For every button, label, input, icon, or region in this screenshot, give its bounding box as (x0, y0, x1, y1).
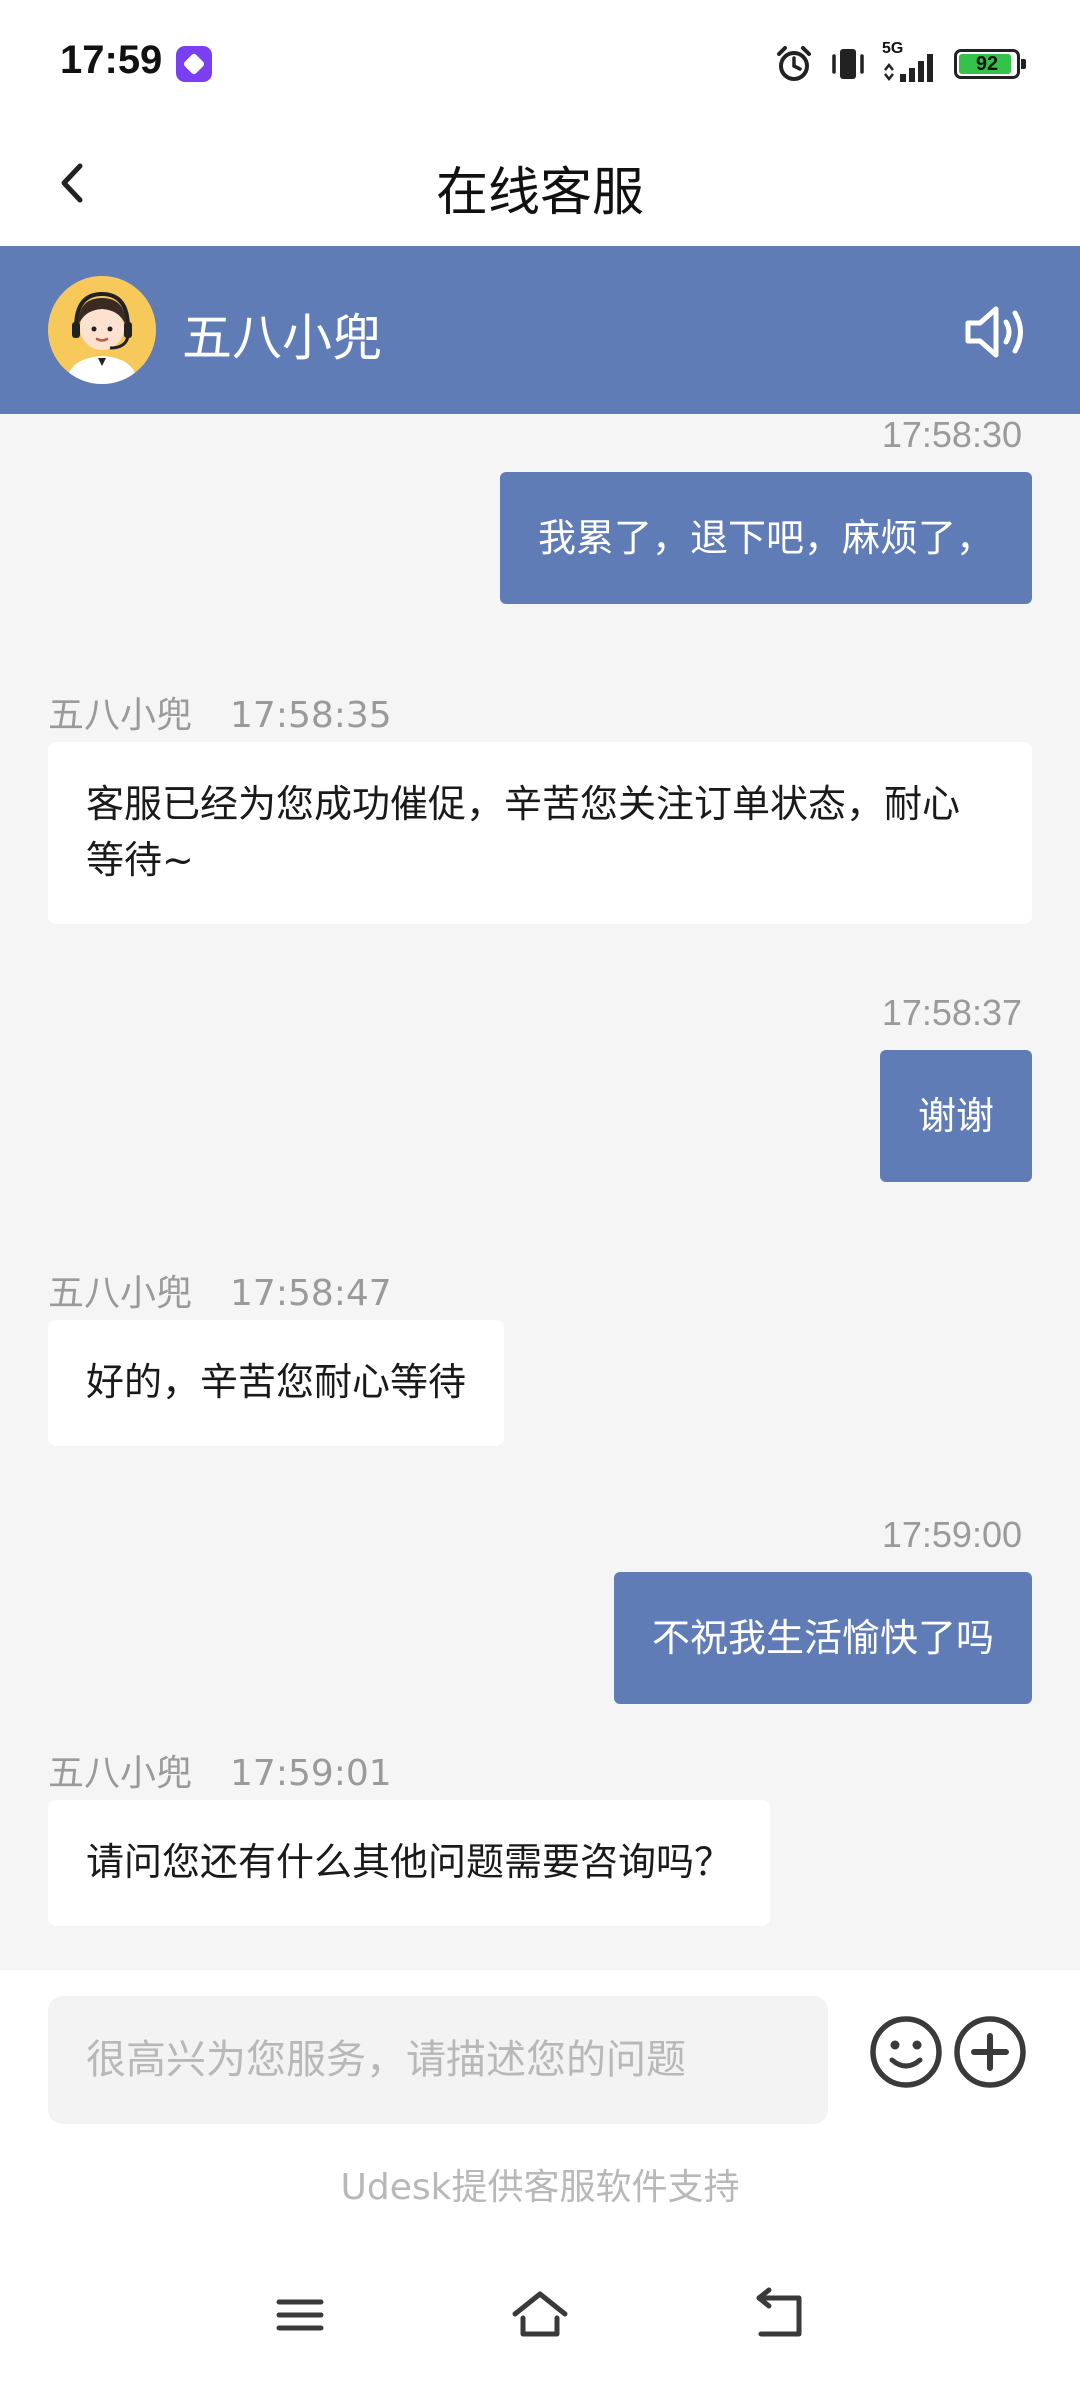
incoming-message-bubble[interactable]: 客服已经为您成功催促，辛苦您关注订单状态，耐心等待~ (48, 742, 1032, 924)
sender-name: 五八小兜 (48, 1273, 193, 1314)
outgoing-message-bubble[interactable]: 不祝我生活愉快了吗 (613, 1572, 1032, 1704)
home-button[interactable] (505, 2280, 575, 2350)
status-bar: 17:59 5G 92 (0, 0, 1080, 120)
powered-by-text: Udesk提供客服软件支持 (340, 2167, 740, 2208)
message-meta: 五八小兜 17:58:35 (48, 686, 392, 738)
system-nav-bar (0, 2260, 1080, 2370)
status-icons: 5G 92 (774, 40, 1026, 88)
message-input[interactable] (48, 1996, 828, 2124)
signal-icon: 5G (882, 40, 940, 84)
message-time: 17:59:00 (881, 1514, 1022, 1555)
back-icon (756, 2287, 802, 2337)
message-meta: 五八小兜 17:58:47 (48, 1264, 392, 1316)
message-time: 17:58:37 (881, 992, 1022, 1033)
battery-percent: 92 (975, 53, 999, 75)
speaker-icon (965, 306, 1023, 358)
home-icon (512, 2291, 568, 2337)
message-time: 17:58:35 (230, 695, 392, 736)
sender-name: 五八小兜 (48, 1753, 193, 1794)
incoming-message-bubble[interactable]: 请问您还有什么其他问题需要咨询吗？ (48, 1800, 771, 1926)
nav-header: 在线客服 (0, 120, 1080, 246)
vibrate-icon (832, 49, 864, 79)
alarm-icon (777, 46, 811, 81)
system-back-button[interactable] (745, 2280, 815, 2350)
page-title: 在线客服 (435, 163, 644, 223)
emoji-icon (870, 2016, 942, 2088)
outgoing-message-bubble[interactable]: 我累了，退下吧，麻烦了， (499, 472, 1032, 604)
chat-list[interactable]: 17:58:30 我累了，退下吧，麻烦了， 五八小兜 17:58:35 客服已经为… (0, 414, 1080, 1970)
message-time: 17:58:47 (230, 1273, 392, 1314)
sender-name: 五八小兜 (48, 695, 193, 736)
message-meta: 五八小兜 17:59:01 (48, 1744, 392, 1796)
agent-bar: 五八小兜 (0, 246, 1080, 414)
outgoing-message-bubble[interactable]: 谢谢 (879, 1050, 1032, 1182)
message-time: 17:58:30 (881, 414, 1022, 455)
composer: Udesk提供客服软件支持 (0, 1970, 1080, 2392)
plus-circle-icon (954, 2016, 1026, 2088)
menu-icon (276, 2299, 324, 2331)
status-time: 17:59 (60, 38, 163, 82)
agent-name: 五八小兜 (182, 309, 382, 367)
menu-button[interactable] (265, 2280, 335, 2350)
incoming-message-bubble[interactable]: 好的，辛苦您耐心等待 (48, 1320, 505, 1446)
speaker-button[interactable] (960, 296, 1032, 368)
emoji-button[interactable] (866, 2012, 946, 2092)
battery-cap (1021, 59, 1026, 69)
agent-avatar (48, 276, 156, 384)
battery-icon: 92 (954, 49, 1026, 79)
message-time: 17:59:01 (230, 1753, 392, 1794)
add-attachment-button[interactable] (950, 2012, 1030, 2092)
agent-avatar-icon (48, 276, 156, 384)
app-badge-icon (176, 46, 212, 82)
